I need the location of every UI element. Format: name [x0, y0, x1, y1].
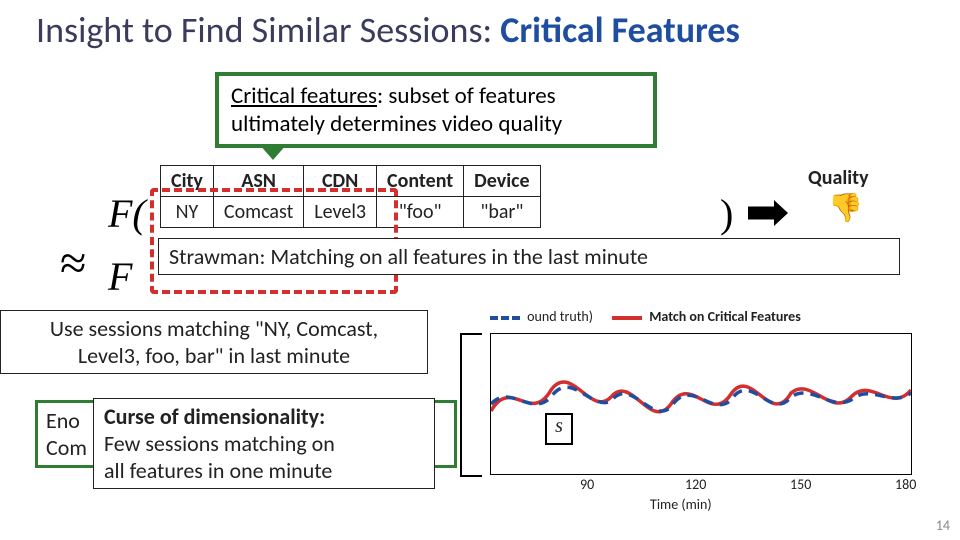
use-sessions-line2: Level3, foo, bar" in last minute: [9, 342, 419, 369]
quality-label: Quality: [808, 166, 869, 190]
function-f-open: F(: [108, 190, 146, 237]
callout-underline: Critical features: [231, 82, 377, 110]
arrow-icon: [748, 200, 788, 226]
tick-120: 120: [685, 476, 706, 493]
title-plain: Insight to Find Similar Sessions:: [36, 8, 500, 52]
tick-150: 150: [790, 476, 811, 493]
tick-90: 90: [580, 476, 594, 493]
chart-legend: ound truth) Match on Critical Features: [490, 308, 801, 325]
chart-lines: [491, 334, 911, 474]
strawman-callout: Strawman: Matching on all features in th…: [158, 238, 900, 275]
title-strong: Critical Features: [500, 8, 740, 52]
y-axis-bracket: [460, 333, 482, 477]
function-f-close: ): [720, 190, 733, 237]
approx-symbol: ≈: [60, 236, 86, 291]
curse-line3: all features in one minute: [104, 457, 424, 484]
thumbs-down-icon: 👎: [828, 190, 863, 225]
tick-180: 180: [895, 476, 916, 493]
critical-features-callout: Critical features: subset of features ul…: [215, 72, 657, 148]
chart-xlabel: Time (min): [650, 496, 712, 513]
curse-callout: Curse of dimensionality: Few sessions ma…: [93, 398, 435, 489]
legend-swatch-blue: [490, 316, 520, 320]
curse-line2: Few sessions matching on: [104, 430, 424, 457]
use-sessions-line1: Use sessions matching "NY, Comcast,: [9, 315, 419, 342]
legend-blue-label: ound truth): [527, 308, 593, 325]
legend-red-label: Match on Critical Features: [649, 308, 801, 325]
use-sessions-callout: Use sessions matching "NY, Comcast, Leve…: [0, 310, 428, 374]
s-annotation: s: [545, 413, 573, 445]
cell-device: "bar": [464, 197, 540, 228]
line-critical-features: [491, 382, 911, 412]
chart-plot: [490, 333, 912, 475]
chart-area: ound truth) Match on Critical Features s…: [430, 308, 930, 518]
curse-line1: Curse of dimensionality:: [104, 403, 424, 430]
legend-swatch-red: [612, 316, 642, 320]
slide-title: Insight to Find Similar Sessions: Critic…: [0, 0, 960, 52]
col-device: Device: [464, 166, 540, 197]
page-number: 14: [936, 517, 950, 534]
function-f2: F: [108, 253, 132, 300]
